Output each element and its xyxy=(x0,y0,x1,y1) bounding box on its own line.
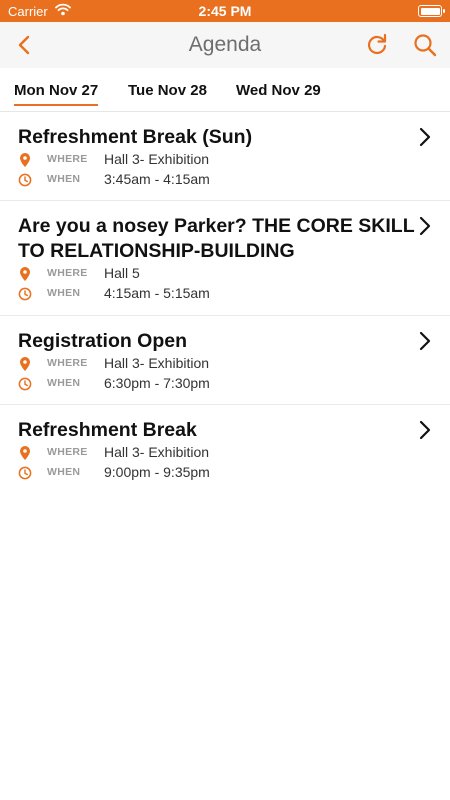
where-label: WHERE xyxy=(47,267,88,279)
battery-icon xyxy=(418,5,445,17)
location-pin-icon xyxy=(20,446,30,460)
status-bar: Carrier 2:45 PM xyxy=(0,0,450,22)
refresh-icon xyxy=(367,33,387,55)
when-label: WHEN xyxy=(47,287,81,299)
where-label: WHERE xyxy=(47,153,88,165)
search-icon xyxy=(414,34,437,57)
session-location: Hall 3- Exhibition xyxy=(104,355,210,371)
chevron-right-icon xyxy=(419,420,431,440)
when-label: WHEN xyxy=(47,377,81,389)
session-when-row: WHEN 4:15am - 5:15am xyxy=(0,284,450,304)
session-item[interactable]: Are you a nosey Parker? THE CORE SKILL T… xyxy=(0,201,450,316)
session-title: Registration Open xyxy=(18,330,188,352)
session-item[interactable]: Refreshment Break (Sun) WHERE Hall 3- Ex… xyxy=(0,112,450,201)
when-label: WHEN xyxy=(47,173,81,185)
session-where-row: WHERE Hall 5 xyxy=(0,264,450,284)
session-where-row: WHERE Hall 3- Exhibition xyxy=(0,443,450,463)
tab-mon-nov-27[interactable]: Mon Nov 27 xyxy=(14,82,99,106)
session-title: Refreshment Break xyxy=(18,419,197,441)
session-when-row: WHEN 3:45am - 4:15am xyxy=(0,170,450,190)
session-when-row: WHEN 6:30pm - 7:30pm xyxy=(0,374,450,394)
session-time: 9:00pm - 9:35pm xyxy=(104,464,210,480)
clock-icon xyxy=(18,173,32,187)
chevron-right-icon xyxy=(419,216,431,236)
session-time: 4:15am - 5:15am xyxy=(104,285,210,301)
when-label: WHEN xyxy=(47,466,81,478)
where-label: WHERE xyxy=(47,357,88,369)
clock-icon xyxy=(18,377,32,391)
session-title: Refreshment Break (Sun) xyxy=(18,126,253,148)
chevron-right-icon xyxy=(419,127,431,147)
location-pin-icon xyxy=(20,357,30,371)
location-pin-icon xyxy=(20,153,30,167)
day-tabs: Mon Nov 27 Tue Nov 28 Wed Nov 29 xyxy=(0,68,450,112)
tab-wed-nov-29[interactable]: Wed Nov 29 xyxy=(236,82,321,104)
session-when-row: WHEN 9:00pm - 9:35pm xyxy=(0,463,450,483)
session-item[interactable]: Registration Open WHERE Hall 3- Exhibiti… xyxy=(0,316,450,405)
location-pin-icon xyxy=(20,267,30,281)
session-time: 3:45am - 4:15am xyxy=(104,171,210,187)
session-where-row: WHERE Hall 3- Exhibition xyxy=(0,150,450,170)
session-where-row: WHERE Hall 3- Exhibition xyxy=(0,354,450,374)
clock-icon xyxy=(18,466,32,480)
session-time: 6:30pm - 7:30pm xyxy=(104,375,210,391)
session-location: Hall 3- Exhibition xyxy=(104,444,210,460)
session-location: Hall 3- Exhibition xyxy=(104,151,210,167)
status-time: 2:45 PM xyxy=(198,3,252,19)
tab-tue-nov-28[interactable]: Tue Nov 28 xyxy=(128,82,207,104)
session-title: Are you a nosey Parker? THE CORE SKILL T… xyxy=(18,215,415,262)
search-button[interactable] xyxy=(412,32,438,58)
clock-icon xyxy=(18,287,32,301)
session-item[interactable]: Refreshment Break WHERE Hall 3- Exhibiti… xyxy=(0,405,450,494)
nav-bar: Agenda xyxy=(0,22,450,68)
chevron-right-icon xyxy=(419,331,431,351)
where-label: WHERE xyxy=(47,446,88,458)
session-location: Hall 5 xyxy=(104,265,140,281)
refresh-button[interactable] xyxy=(364,32,390,58)
